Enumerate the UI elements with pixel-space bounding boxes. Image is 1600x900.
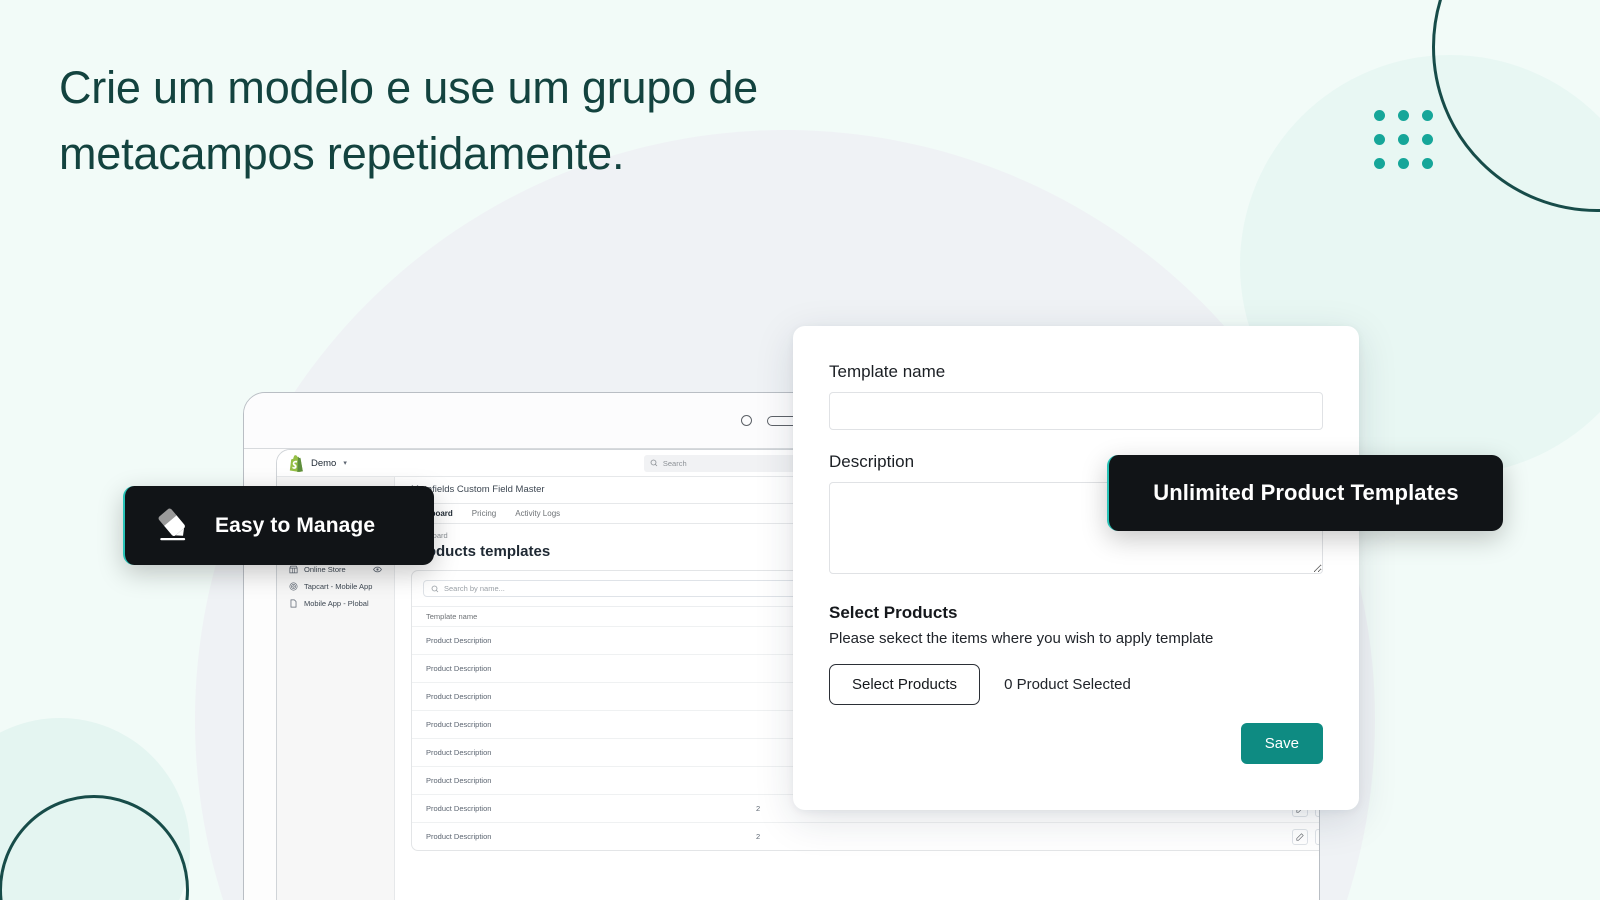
cell-template-name: Product Description xyxy=(426,664,492,673)
page-icon xyxy=(290,598,297,608)
row-actions xyxy=(1292,828,1320,845)
search-icon xyxy=(650,459,658,467)
trash-icon xyxy=(1319,833,1320,841)
tab-pricing[interactable]: Pricing xyxy=(472,509,496,518)
sidebar-item-label: Mobile App - Plobal xyxy=(304,598,369,608)
select-products-button[interactable]: Select Products xyxy=(829,664,981,705)
cell-template-name: Product Description xyxy=(426,720,492,729)
storefront-icon xyxy=(289,565,298,573)
store-name[interactable]: Demo xyxy=(311,458,336,469)
cell-template-name: Product Description xyxy=(426,748,492,757)
table-row[interactable]: Product Description 2 xyxy=(412,822,1320,850)
template-name-input[interactable] xyxy=(829,392,1323,430)
cell-template-name: Product Description xyxy=(426,804,492,813)
select-products-subtitle: Please sekect the items where you wish t… xyxy=(829,630,1214,647)
eraser-icon xyxy=(158,508,186,540)
sidebar-item-label: Tapcart - Mobile App xyxy=(304,581,373,591)
page-headline: Crie um modelo e use um grupo de metacam… xyxy=(59,62,758,180)
template-search-placeholder: Search by name... xyxy=(444,584,505,593)
camera-icon xyxy=(741,415,752,426)
search-icon xyxy=(431,585,439,592)
cell-template-name: Product Description xyxy=(426,776,492,785)
easy-to-manage-label: Easy to Manage xyxy=(215,513,376,537)
sidebar-item-mobile-app-plobal[interactable]: Mobile App - Plobal xyxy=(281,595,390,611)
edit-button[interactable] xyxy=(1292,828,1308,845)
cell-count: 2 xyxy=(756,832,761,841)
global-search-placeholder: Search xyxy=(662,458,687,468)
cell-template-name: Product Description xyxy=(426,832,492,841)
unlimited-product-templates-label: Unlimited Product Templates xyxy=(1153,480,1459,505)
sidebar-item-tapcart-mobile-app[interactable]: Tapcart - Mobile App xyxy=(281,578,390,594)
pencil-icon xyxy=(1296,832,1304,841)
template-name-label: Template name xyxy=(829,362,946,381)
easy-to-manage-badge: Easy to Manage xyxy=(123,486,434,565)
delete-button[interactable] xyxy=(1315,828,1320,845)
tab-activity-logs[interactable]: Activity Logs xyxy=(515,509,560,518)
cell-template-name: Product Description xyxy=(426,636,492,645)
shopify-logo-icon xyxy=(289,454,304,472)
cell-template-name: Product Description xyxy=(426,692,492,701)
select-products-title: Select Products xyxy=(829,603,958,622)
template-form-card: Template name Description Select Product… xyxy=(793,326,1359,810)
column-template-name: Template name xyxy=(426,612,478,621)
eye-icon[interactable] xyxy=(373,565,382,574)
unlimited-product-templates-badge: Unlimited Product Templates xyxy=(1107,455,1503,531)
selected-products-count: 0 Product Selected xyxy=(1004,676,1131,693)
select-products-row: Select Products 0 Product Selected xyxy=(829,664,1323,705)
chevron-down-icon[interactable]: ▾ xyxy=(343,459,347,467)
spiral-icon xyxy=(289,582,298,590)
sidebar-item-label: Online Store xyxy=(304,564,346,574)
save-button[interactable]: Save xyxy=(1240,723,1323,764)
